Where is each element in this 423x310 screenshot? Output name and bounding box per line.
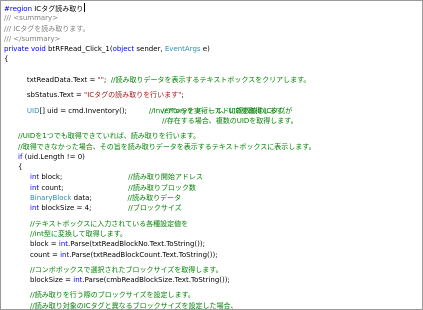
parse-block: block = int.Parse(txtReadBlockNo.Text.To… — [4, 239, 422, 249]
string-literal: "ICタグの読み取りを行います" — [84, 91, 182, 100]
sender-param: sender, — [134, 45, 165, 54]
code-text: sbStatus.Text = — [26, 91, 84, 100]
method-open-brace: { — [4, 55, 9, 64]
code-text: (uid.Length != 0) — [22, 152, 85, 161]
region-keyword: #region — [4, 5, 33, 13]
comment: //読み取りデータ — [127, 194, 182, 203]
var-decl-count: int count; //読み取りブロック数 — [4, 183, 422, 193]
eventargs-type: EventArgs — [164, 45, 201, 54]
comment-text: 型に変換して取得します。 — [43, 229, 127, 238]
comment: //テキストボックスに入力されている各種設定値を — [30, 219, 189, 228]
method-name: btRFRead_Click_1( — [45, 45, 113, 54]
parse-count: count = int.Parse(txtReadBlockCount.Text… — [4, 250, 422, 260]
code-text: count; — [39, 183, 64, 192]
e-param: e) — [200, 45, 210, 54]
comment-int: //int — [30, 229, 44, 238]
code-text: .Parse(txtReadBlockCount.Text.ToString()… — [69, 250, 218, 259]
int-keyword: int — [30, 204, 40, 213]
code-text: blockSize = 4; — [39, 204, 92, 213]
code-text: txtReadData.Text = — [26, 76, 98, 85]
doc-comment-summary-close: /// </summary> — [4, 34, 61, 43]
doc-comment-summary-open: /// <summary> — [4, 14, 59, 23]
code-text: blockSize = — [30, 276, 74, 285]
comment: //コンボボックスで選択されたブロックサイズを取得します。 — [30, 265, 223, 274]
if-statement: if (uid.Length != 0) — [4, 152, 422, 162]
code-text: block = — [30, 240, 59, 249]
region-name: ICタグ読み取り — [32, 5, 84, 13]
uid-type: UID — [26, 106, 40, 115]
comment: //UIDを1つでも取得できていれば、読み取りを行います。 — [18, 132, 201, 141]
object-keyword: object — [112, 45, 135, 54]
code-text: .Parse(txtReadBlockNo.Text.ToString()); — [68, 240, 205, 249]
int-keyword: int — [30, 173, 40, 182]
int-keyword: int — [58, 240, 69, 249]
code-line-clear-text: txtReadData.Text = ""; //読み取りデータを表示するテキス… — [4, 65, 422, 84]
int-keyword: int — [30, 183, 40, 192]
parse-blocksize: blockSize = int.Parse(cmbReadBlockSize.T… — [4, 275, 422, 285]
comment: //読み取りブロック数 — [128, 183, 196, 192]
code-text: [] uid = cmd.Inventory(); — [39, 106, 127, 115]
code-text: block; — [39, 173, 63, 182]
code-text: count = — [30, 250, 61, 259]
code-text: .Parse(cmbReadBlockSize.Text.ToString())… — [82, 276, 230, 285]
comment: //取得できなかった場合、その旨を読み取りデータを表示するテキストボックスに表示… — [18, 142, 316, 151]
code-text: ; — [104, 76, 111, 85]
doc-comment-text: /// ICタグを読み取ります。 — [4, 24, 90, 33]
binaryblock-type: BinaryBlock — [30, 194, 72, 203]
code-editor[interactable]: #region ICタグ読み取り /// <summary> /// ICタグを… — [0, 0, 423, 310]
comment: //読み取りデータを表示するテキストボックスをクリアします。 — [110, 76, 311, 85]
var-decl-blocksize: int blockSize = 4; //ブロックサイズ — [4, 203, 422, 213]
comment: //読み取り対象のICタグと異なるブロックサイズを設定した場合、 — [30, 301, 238, 310]
region-line: #region ICタグ読み取り — [4, 3, 422, 13]
code-text: data; — [71, 194, 92, 203]
text-caret — [84, 3, 86, 12]
comment: //読み取りを行う際のブロックサイズを設定します。 — [30, 291, 195, 300]
var-decl-data: BinaryBlock data; //読み取りデータ — [4, 193, 422, 203]
comment: //ブロックサイズ — [128, 204, 182, 213]
if-open-brace: { — [18, 163, 23, 172]
comment: //int型に変換して取得します。 — [4, 229, 422, 239]
int-keyword: int — [60, 250, 70, 259]
modifier-keyword: private void — [4, 45, 46, 54]
method-signature: private void btRFRead_Click_1(object sen… — [4, 44, 422, 54]
comment: //読み取り開始アドレス — [128, 173, 203, 182]
code-text: ; — [181, 91, 184, 100]
comment: //存在する場合、複数のUIDを取得します。 — [162, 116, 298, 125]
var-decl-block: int block; //読み取り開始アドレス — [4, 172, 422, 182]
